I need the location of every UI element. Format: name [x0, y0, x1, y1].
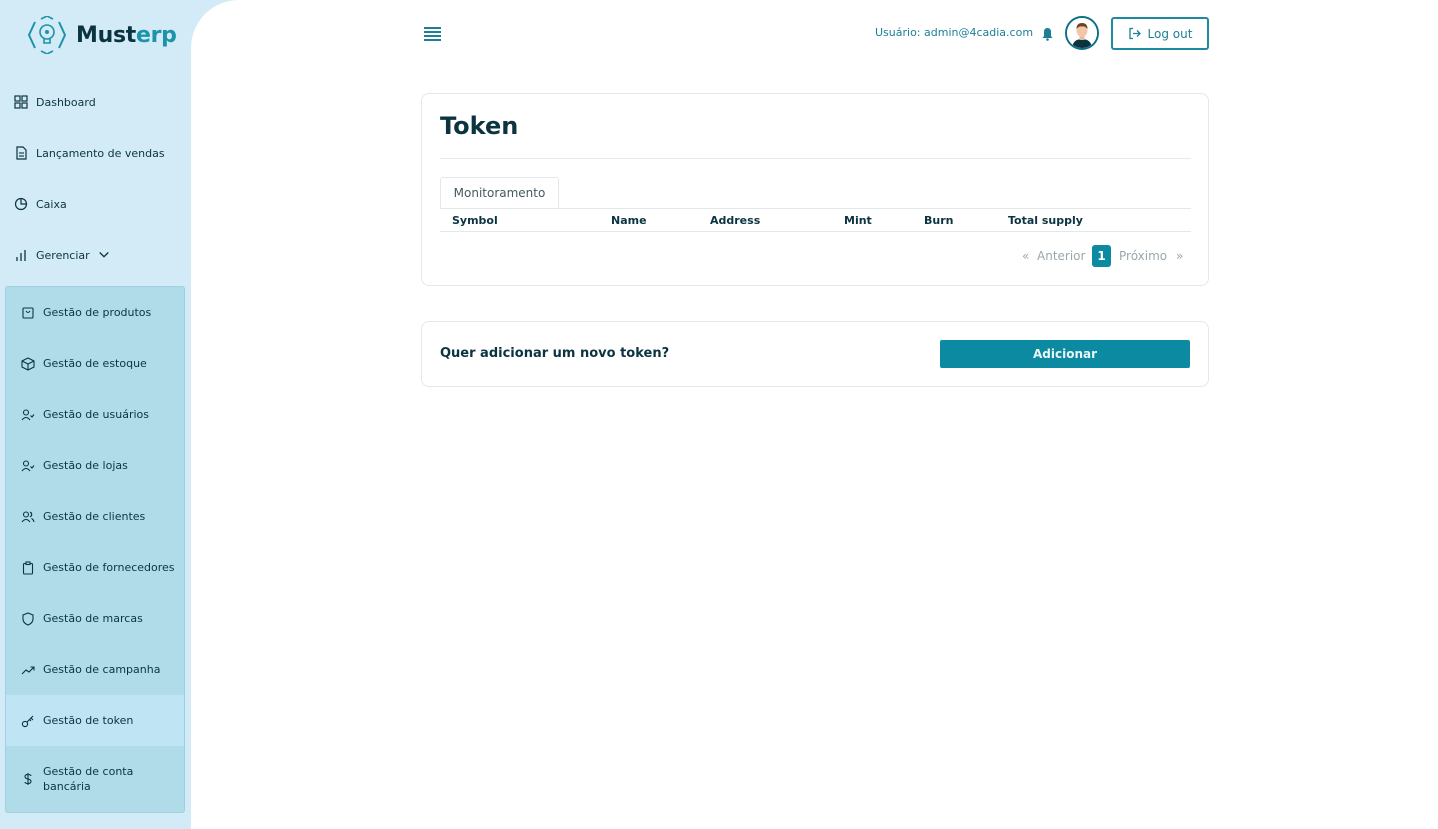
submenu-item-label: Gestão de conta bancária — [43, 765, 134, 793]
column-header-name[interactable]: Name — [611, 214, 647, 227]
pie-chart-icon — [14, 197, 28, 211]
user-check-icon — [21, 408, 35, 420]
grid-icon — [14, 95, 28, 109]
pagination-next[interactable]: Próximo — [1119, 245, 1167, 267]
column-header-burn[interactable]: Burn — [924, 214, 953, 227]
token-table-header: Symbol Name Address Mint Burn Total supp… — [440, 208, 1191, 232]
avatar-image — [1067, 18, 1097, 48]
sidebar-item-gestao-conta-bancaria[interactable]: Gestão de conta bancária — [6, 746, 184, 812]
logout-label: Log out — [1147, 26, 1193, 41]
pagination-previous[interactable]: Anterior — [1037, 245, 1085, 267]
submenu-item-label: Gestão de lojas — [43, 459, 128, 472]
submenu-item-label: Gestão de marcas — [43, 612, 143, 625]
add-token-question: Quer adicionar um novo token? — [440, 346, 670, 361]
users-icon — [21, 510, 35, 522]
sidebar-item-label: Caixa — [36, 197, 67, 211]
shield-icon — [22, 611, 34, 626]
document-icon — [16, 146, 27, 160]
submenu-item-label: Gestão de produtos — [43, 306, 152, 319]
bell-icon[interactable] — [1041, 27, 1054, 41]
pagination-current-page[interactable]: 1 — [1092, 245, 1111, 267]
divider — [440, 158, 1191, 159]
sidebar-item-dashboard[interactable]: Dashboard — [14, 95, 96, 109]
add-token-button[interactable]: Adicionar — [940, 340, 1190, 368]
logout-button[interactable]: Log out — [1111, 17, 1209, 50]
submenu-item-label: Gestão de usuários — [43, 408, 150, 421]
submenu-item-label: Gestão de fornecedores — [43, 561, 175, 574]
column-header-symbol[interactable]: Symbol — [452, 214, 498, 227]
chevron-down-icon — [98, 251, 109, 258]
sidebar-item-gestao-lojas[interactable]: Gestão de lojas — [6, 440, 184, 491]
sidebar-item-caixa[interactable]: Caixa — [14, 197, 67, 211]
pagination-first-icon[interactable]: « — [1022, 245, 1029, 267]
sidebar-item-gestao-clientes[interactable]: Gestão de clientes — [6, 491, 184, 542]
pagination-last-icon[interactable]: » — [1176, 245, 1183, 267]
tab-monitoramento[interactable]: Monitoramento — [440, 177, 559, 208]
sidebar-item-gestao-usuarios[interactable]: Gestão de usuários — [6, 389, 184, 440]
sidebar-item-gestao-produtos[interactable]: Gestão de produtos — [6, 287, 184, 338]
submenu-item-label: Gestão de estoque — [43, 357, 147, 370]
column-header-mint[interactable]: Mint — [844, 214, 872, 227]
submenu-item-label: Gestão de campanha — [43, 663, 161, 676]
user-check-icon — [21, 459, 35, 471]
logout-icon — [1128, 27, 1141, 40]
submenu-item-label: Gestão de clientes — [43, 510, 146, 523]
sidebar-item-gestao-campanha[interactable]: Gestão de campanha — [6, 644, 184, 695]
box-icon — [21, 356, 35, 371]
token-card: Token Monitoramento Symbol Name Address … — [421, 93, 1209, 286]
brand-name: Musterp — [76, 22, 177, 48]
shopping-bag-icon — [22, 306, 34, 319]
column-header-address[interactable]: Address — [710, 214, 760, 227]
column-header-total-supply[interactable]: Total supply — [1008, 214, 1083, 227]
clipboard-icon — [22, 560, 34, 575]
logo[interactable]: Musterp — [26, 16, 177, 54]
sidebar-item-label: Dashboard — [36, 95, 96, 109]
sidebar-item-lancamento-vendas[interactable]: Lançamento de vendas — [14, 146, 165, 160]
add-token-card: Quer adicionar um novo token? Adicionar — [421, 321, 1209, 387]
sidebar-item-gestao-marcas[interactable]: Gestão de marcas — [6, 593, 184, 644]
menu-toggle-icon[interactable] — [424, 27, 441, 41]
sidebar-item-label: Gerenciar — [36, 248, 90, 262]
page-title: Token — [440, 112, 519, 140]
bar-chart-icon — [16, 250, 26, 261]
gerenciar-submenu: Gestão de produtos Gestão de estoque Ges… — [5, 286, 185, 813]
sidebar-item-gestao-fornecedores[interactable]: Gestão de fornecedores — [6, 542, 184, 593]
key-icon — [21, 715, 34, 727]
current-user-label: Usuário: admin@4cadia.com — [875, 26, 1034, 39]
sidebar-item-gestao-token[interactable]: Gestão de token — [6, 695, 184, 746]
avatar[interactable] — [1065, 16, 1099, 50]
sidebar-item-gestao-estoque[interactable]: Gestão de estoque — [6, 338, 184, 389]
trending-up-icon — [21, 665, 35, 674]
logo-icon — [27, 16, 67, 54]
sidebar-item-gerenciar[interactable]: Gerenciar — [14, 248, 110, 262]
dollar-icon — [24, 773, 32, 785]
submenu-item-label: Gestão de token — [43, 714, 134, 727]
sidebar-item-label: Lançamento de vendas — [36, 146, 165, 160]
